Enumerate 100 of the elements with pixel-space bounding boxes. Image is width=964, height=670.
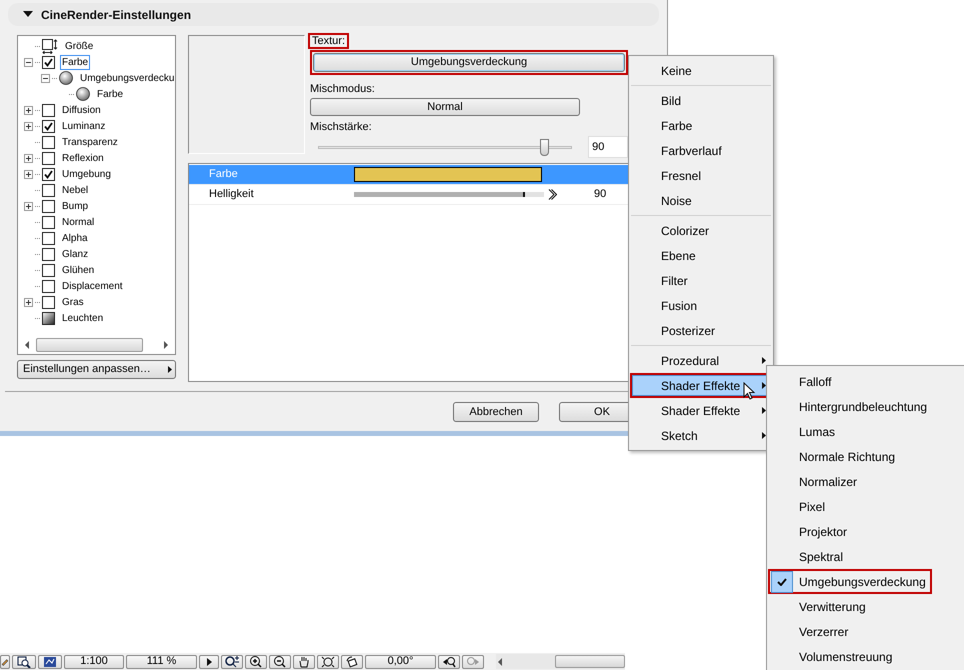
checkbox[interactable]: [42, 248, 55, 260]
menu-item[interactable]: Keine: [630, 58, 772, 83]
zoom-field[interactable]: 111 %: [126, 654, 197, 668]
menu-item[interactable]: Bild: [630, 88, 772, 113]
checkbox[interactable]: [42, 104, 55, 116]
tree-item[interactable]: Bump: [60, 198, 90, 214]
submenu-arrow-icon: [762, 432, 766, 439]
expand-icon[interactable]: [24, 106, 33, 114]
tree-item[interactable]: Glühen: [60, 262, 96, 278]
submenu-arrow-icon: [762, 407, 766, 414]
blend-mode-label: Mischmodus:: [310, 83, 376, 95]
expand-icon[interactable]: [24, 202, 33, 210]
menu-item[interactable]: Projektor: [768, 519, 932, 544]
tree-item[interactable]: Transparenz: [60, 134, 120, 150]
swap-icon[interactable]: [38, 654, 62, 668]
caret-icon: [168, 366, 172, 373]
scroll-left-icon[interactable]: [25, 341, 30, 349]
menu-item[interactable]: Pixel: [768, 494, 932, 519]
tree-item[interactable]: Leuchten: [60, 310, 106, 326]
zoom-in-out-icon[interactable]: [221, 654, 243, 668]
menu-item[interactable]: Fresnel: [630, 163, 772, 188]
pencil-icon[interactable]: [0, 654, 10, 668]
collapse-icon[interactable]: [41, 74, 50, 82]
checkbox[interactable]: [42, 56, 55, 68]
scroll-left-icon[interactable]: [498, 658, 503, 666]
checkbox[interactable]: [42, 136, 55, 148]
checkbox[interactable]: [42, 216, 55, 228]
submenu-arrow-icon: [762, 357, 766, 364]
checkbox[interactable]: [42, 152, 55, 164]
menu-item[interactable]: Normale Richtung: [768, 444, 932, 469]
checkbox[interactable]: [42, 280, 55, 292]
checkbox[interactable]: [42, 200, 55, 212]
cancel-button[interactable]: Abbrechen: [453, 402, 539, 422]
play-icon[interactable]: [199, 654, 219, 668]
expand-icon[interactable]: [24, 154, 33, 162]
menu-item[interactable]: Fusion: [630, 293, 772, 318]
sphere-icon: [59, 71, 73, 85]
slider-thumb[interactable]: [540, 138, 550, 156]
tree-item[interactable]: Alpha: [60, 230, 90, 246]
tree-item[interactable]: Displacement: [60, 278, 125, 294]
hand-icon[interactable]: [293, 654, 315, 668]
sphere-icon: [76, 87, 90, 101]
tree-item[interactable]: Nebel: [60, 182, 90, 198]
menu-item[interactable]: Verwitterung: [768, 594, 932, 619]
zoom-out-icon[interactable]: [269, 654, 291, 668]
size-icon[interactable]: [42, 38, 58, 54]
tree-item[interactable]: Größe: [63, 38, 96, 54]
arrow-icon[interactable]: [548, 189, 557, 200]
color-swatch[interactable]: [354, 167, 542, 182]
menu-item[interactable]: Verzerrer: [768, 619, 932, 644]
menu-item[interactable]: Farbe: [630, 113, 772, 138]
fit-icon[interactable]: [317, 654, 339, 668]
rotate-icon[interactable]: [341, 654, 363, 668]
angle-field[interactable]: 0,00°: [365, 654, 436, 668]
scale-field[interactable]: 1:100: [64, 654, 124, 668]
customize-button[interactable]: Einstellungen anpassen…: [17, 360, 176, 379]
blend-mode-button[interactable]: Normal: [310, 98, 580, 116]
menu-item[interactable]: Posterizer: [630, 318, 772, 343]
zoom-icon[interactable]: [12, 654, 36, 668]
tree-item[interactable]: Umgebung: [60, 166, 113, 182]
section-header[interactable]: CineRender-Einstellungen: [8, 3, 659, 26]
checkbox[interactable]: [42, 120, 55, 132]
checkbox[interactable]: [42, 232, 55, 244]
tree-item[interactable]: Glanz: [60, 246, 90, 262]
checkbox[interactable]: [42, 296, 55, 308]
checkbox[interactable]: [42, 168, 55, 180]
zoom-in-icon[interactable]: [245, 654, 267, 668]
menu-item[interactable]: Filter: [630, 268, 772, 293]
tree-item[interactable]: Farbe: [60, 54, 90, 70]
back-icon[interactable]: [438, 654, 460, 668]
parameter-name: Helligkeit: [209, 187, 255, 202]
tree-item[interactable]: Farbe: [95, 86, 126, 102]
checkbox[interactable]: [42, 184, 55, 196]
expand-icon[interactable]: [24, 298, 33, 306]
blend-strength-field[interactable]: 90: [588, 136, 628, 158]
tree-item[interactable]: Normal: [60, 214, 96, 230]
gradient-icon[interactable]: [42, 312, 55, 324]
texture-button[interactable]: Umgebungsverdeckung: [313, 53, 625, 72]
expand-icon[interactable]: [24, 122, 33, 130]
menu-item[interactable]: Volumenstreuung: [768, 644, 932, 669]
scroll-right-icon[interactable]: [163, 341, 168, 349]
texture-label: Textur:: [310, 35, 348, 47]
menu-item[interactable]: Noise: [630, 188, 772, 213]
tree-item[interactable]: Reflexion: [60, 150, 106, 166]
checkbox[interactable]: [42, 264, 55, 276]
tree-item[interactable]: Umgebungsverdecku: [78, 70, 175, 86]
tree-item[interactable]: Gras: [60, 294, 86, 310]
menu-item[interactable]: Farbverlauf: [630, 138, 772, 163]
menu-item[interactable]: Normalizer: [768, 469, 932, 494]
tree-item[interactable]: Diffusion: [60, 102, 103, 118]
slider-track[interactable]: [318, 138, 572, 156]
menu-item[interactable]: Ebene: [630, 243, 772, 268]
tree-item[interactable]: Luminanz: [60, 118, 108, 134]
menu-item[interactable]: Lumas: [768, 419, 932, 444]
menu-item[interactable]: Spektral: [768, 544, 932, 569]
expand-icon[interactable]: [24, 170, 33, 178]
scrollbar[interactable]: [496, 654, 625, 669]
menu-item[interactable]: Umgebungsverdeckung: [768, 569, 932, 594]
menu-item[interactable]: Colorizer: [630, 218, 772, 243]
collapse-icon[interactable]: [24, 58, 33, 66]
